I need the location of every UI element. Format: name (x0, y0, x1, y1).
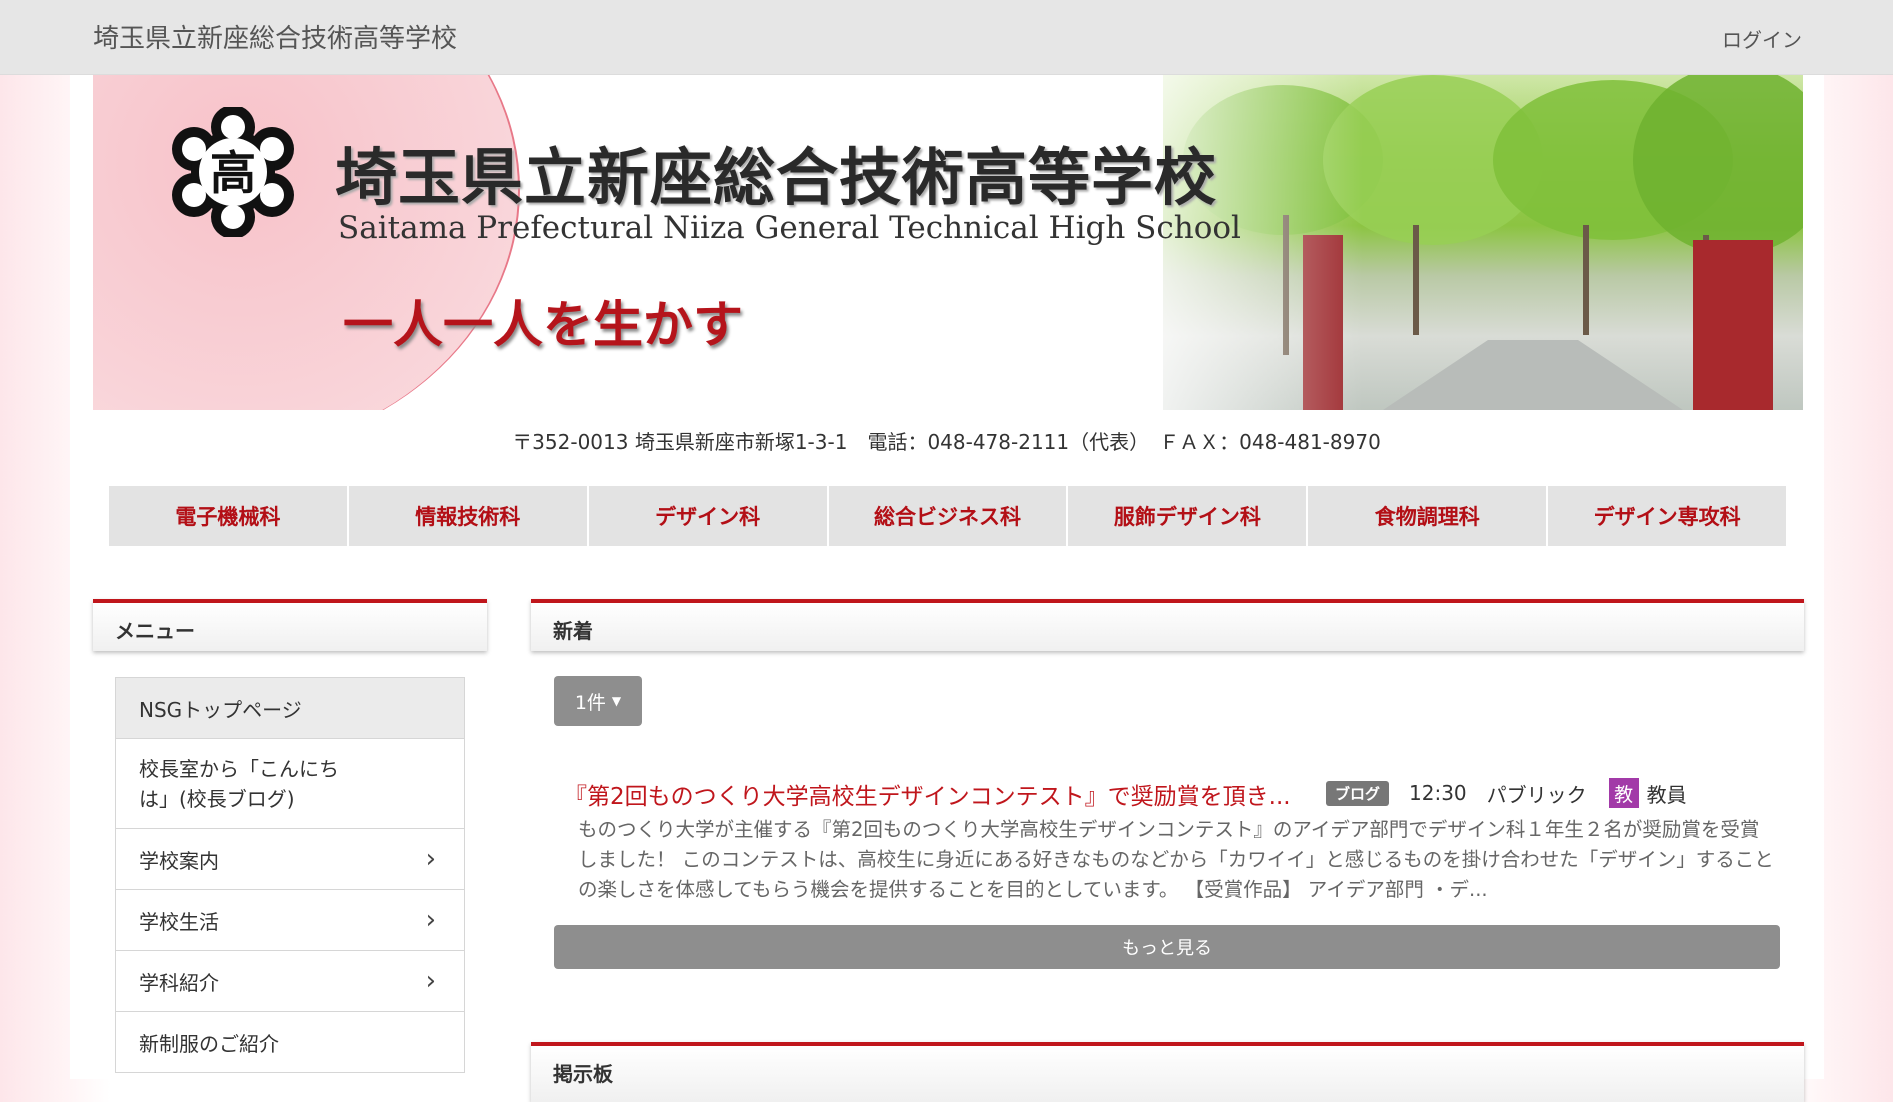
news-panel-header: 新着 (531, 599, 1804, 651)
menu-item-principal-blog[interactable]: 校長室から「こんにち は」(校長ブログ) (116, 739, 464, 829)
tree-trunk (1413, 225, 1419, 335)
post-excerpt: ものつくり大学が主催する『第2回ものつくり大学高校生デザインコンテスト』のアイデ… (578, 818, 1774, 901)
post-author-role[interactable]: 教員 (1647, 779, 1687, 808)
dept-link-information-technology[interactable]: 情報技術科 (348, 486, 587, 546)
post-meta: ブログ 12:30 パブリック 教 教員 (1326, 778, 1687, 808)
menu-item-top-page[interactable]: NSGトップページ (116, 678, 464, 739)
menu-item-label: NSGトップページ (139, 697, 302, 722)
dept-link-general-business[interactable]: 総合ビジネス科 (828, 486, 1067, 546)
gate-pillar-right (1693, 240, 1773, 410)
dept-link-design-advanced[interactable]: デザイン専攻科 (1548, 486, 1787, 546)
more-button[interactable]: もっと見る (554, 925, 1780, 969)
chevron-right-icon: › (425, 905, 436, 935)
menu-item-new-uniform[interactable]: 新制服のご紹介 (116, 1012, 464, 1073)
dept-link-electronic-mechanical[interactable]: 電子機械科 (109, 486, 347, 546)
banner-motto: 一人一人を生かす (343, 295, 743, 354)
menu-item-label: 学校案内 (139, 848, 219, 873)
menu-item-label: 新制服のご紹介 (139, 1031, 279, 1056)
post-title-link[interactable]: 『第2回ものつくり大学高校生デザインコンテスト』で奨励賞を頂き... (564, 777, 1291, 811)
top-bar: 埼玉県立新座総合技術高等学校 ログイン (0, 0, 1893, 75)
banner-school-name-jp: 埼玉県立新座総合技術高等学校 (335, 141, 1218, 214)
department-nav: 電子機械科 情報技術科 デザイン科 総合ビジネス科 服飾デザイン科 食物調理科 … (109, 486, 1787, 546)
teacher-role-icon: 教 (1608, 778, 1639, 808)
dept-link-food-cooking[interactable]: 食物調理科 (1308, 486, 1547, 546)
category-badge[interactable]: ブログ (1326, 780, 1390, 806)
menu-item-label: 校長室から「こんにち は」(校長ブログ) (139, 756, 339, 811)
menu-list: NSGトップページ 校長室から「こんにち は」(校長ブログ) 学校案内 › 学校… (115, 677, 465, 1073)
tree-trunk (1583, 225, 1589, 335)
menu-item-departments[interactable]: 学科紹介 › (116, 951, 464, 1012)
caret-down-icon: ▼ (611, 694, 622, 708)
dept-link-design[interactable]: デザイン科 (588, 486, 827, 546)
chevron-right-icon: › (425, 844, 436, 874)
site-name[interactable]: 埼玉県立新座総合技術高等学校 (93, 18, 457, 55)
board-panel-header: 掲示板 (531, 1042, 1804, 1102)
road (1383, 340, 1683, 410)
count-dropdown-button[interactable]: 1件 ▼ (554, 676, 642, 726)
post-visibility: パブリック (1486, 782, 1587, 807)
menu-item-school-guide[interactable]: 学校案内 › (116, 829, 464, 890)
menu-item-label: 学科紹介 (139, 970, 219, 995)
school-address: 〒352-0013 埼玉県新座市新塚1-3-1 電話：048-478-2111（… (512, 430, 1381, 454)
menu-item-label: 学校生活 (139, 909, 219, 934)
chevron-right-icon: › (425, 966, 436, 996)
post-time: 12:30 (1409, 781, 1467, 805)
count-label: 1件 (574, 691, 606, 714)
dept-link-fashion-design[interactable]: 服飾デザイン科 (1068, 486, 1307, 546)
banner-school-name-en: Saitama Prefectural Niiza General Techni… (338, 210, 1241, 246)
login-link[interactable]: ログイン (1722, 24, 1802, 53)
emblem-char: 高 (210, 146, 256, 200)
menu-panel-header: メニュー (93, 599, 487, 651)
school-emblem-icon: 高 (172, 107, 294, 237)
header-banner[interactable]: 高 埼玉県立新座総合技術高等学校 Saitama Prefectural Nii… (93, 75, 1803, 410)
menu-item-school-life[interactable]: 学校生活 › (116, 890, 464, 951)
